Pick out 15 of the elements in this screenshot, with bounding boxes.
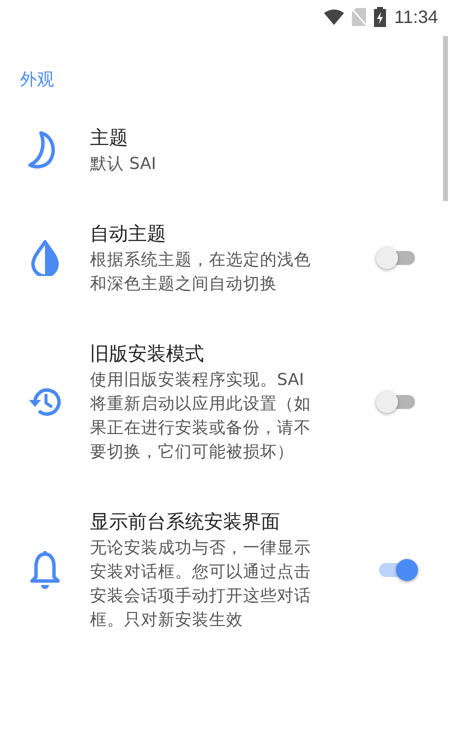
battery-charging-icon xyxy=(374,7,386,27)
setting-summary: 使用旧版安装程序实现。SAI将重新启动以应用此设置（如果正在进行安装或备份，请不要切换，它们可能被损坏） xyxy=(90,369,312,463)
setting-summary: 默认 SAI xyxy=(90,153,158,175)
setting-title[interactable]: 自动主题 xyxy=(90,220,360,248)
half-drop-icon xyxy=(31,240,59,276)
setting-summary: 根据系统主题，在选定的浅色和深色主题之间自动切换 xyxy=(90,249,312,295)
bell-icon xyxy=(30,550,60,590)
setting-summary: 无论安装成功与否，一律显示安装对话框。您可以通过点击安装会话项手动打开这些对话框。只对新安装生效 xyxy=(90,537,312,631)
section-header: 外观 xyxy=(19,69,55,92)
setting-title[interactable]: 主题 xyxy=(90,124,360,152)
setting-title[interactable]: 旧版安装模式 xyxy=(90,340,360,368)
wifi-icon xyxy=(324,9,344,25)
clock-time: 11:34 xyxy=(394,6,438,28)
setting-title[interactable]: 显示前台系统安装界面 xyxy=(90,508,360,536)
no-sim-icon xyxy=(352,8,366,26)
